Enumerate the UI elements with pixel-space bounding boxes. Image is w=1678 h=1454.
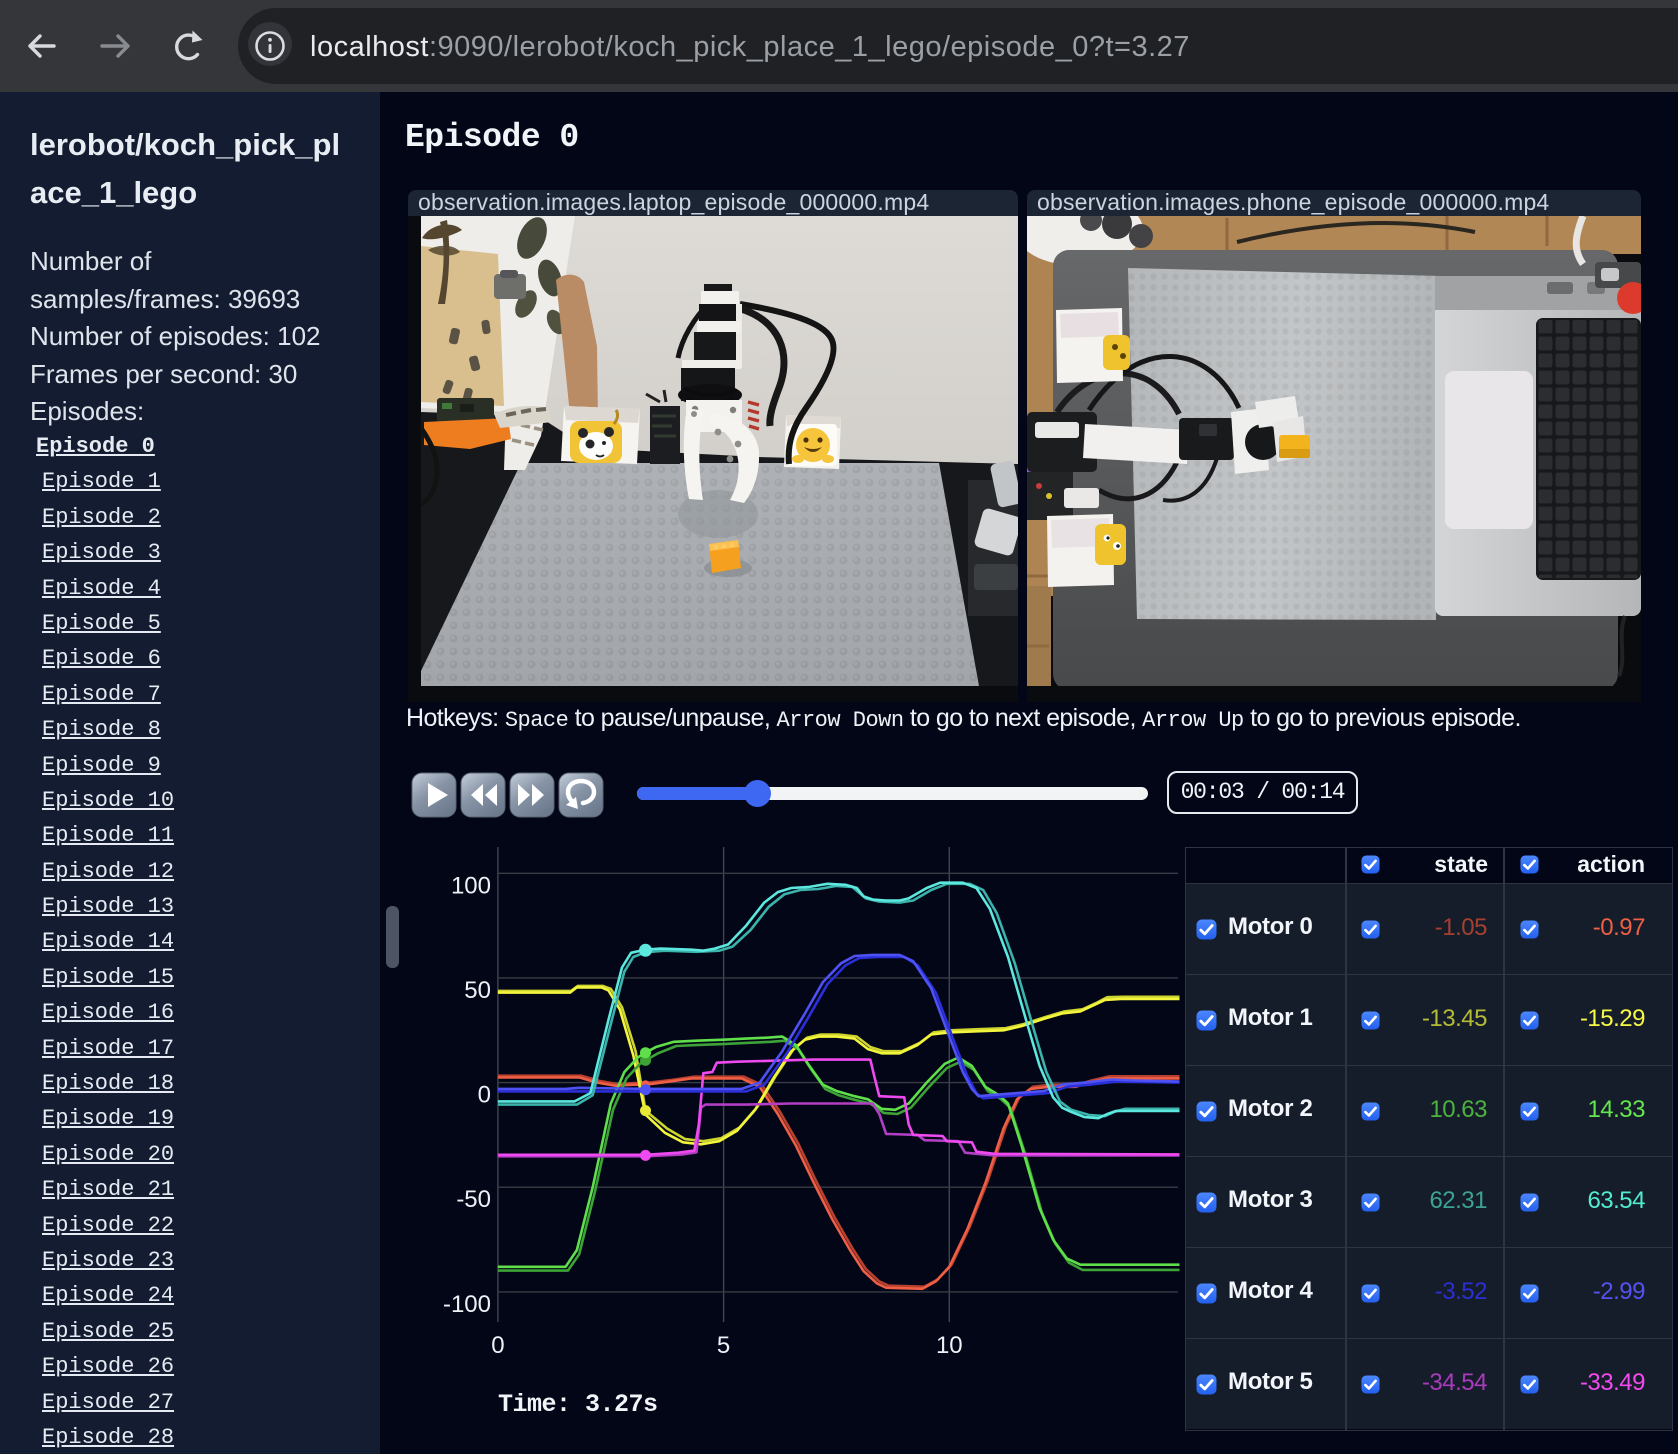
svg-text:-50: -50 (456, 1186, 491, 1213)
svg-text:0: 0 (478, 1082, 491, 1109)
svg-text:5: 5 (717, 1332, 730, 1359)
svg-text:10: 10 (936, 1332, 963, 1359)
svg-text:-100: -100 (443, 1291, 491, 1318)
svg-text:0: 0 (491, 1332, 504, 1359)
svg-text:50: 50 (464, 977, 491, 1004)
svg-text:100: 100 (451, 872, 491, 899)
